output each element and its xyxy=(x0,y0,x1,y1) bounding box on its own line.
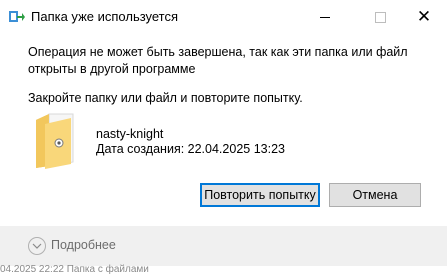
minimize-icon xyxy=(320,16,330,18)
instruction-text: Закройте папку или файл и повторите попы… xyxy=(28,91,303,105)
close-icon: ✕ xyxy=(416,6,432,27)
minimize-button[interactable] xyxy=(302,0,348,34)
file-move-icon xyxy=(9,10,25,24)
details-toggle[interactable] xyxy=(28,237,46,255)
cancel-button[interactable]: Отмена xyxy=(329,183,421,207)
dialog-title: Папка уже используется xyxy=(31,9,179,24)
item-created-date: Дата создания: 22.04.2025 13:23 xyxy=(96,142,285,156)
message-line-2: открыты в другой программе xyxy=(28,62,196,76)
message-line-1: Операция не может быть завершена, так ка… xyxy=(28,45,408,59)
background-file-row: 04.2025 22:22 Папка с файлами xyxy=(0,264,149,275)
maximize-button[interactable] xyxy=(357,0,403,34)
retry-button[interactable]: Повторить попытку xyxy=(200,183,320,207)
item-name: nasty-knight xyxy=(96,127,164,141)
details-label[interactable]: Подробнее xyxy=(51,238,116,252)
chevron-down-icon xyxy=(32,243,42,249)
details-footer: Подробнее xyxy=(0,226,447,266)
title-bar: Папка уже используется ✕ xyxy=(0,0,447,34)
maximize-icon xyxy=(374,11,386,23)
dialog-body: Операция не может быть завершена, так ка… xyxy=(0,34,447,272)
folder-icon xyxy=(33,112,79,170)
close-button[interactable]: ✕ xyxy=(401,0,447,34)
